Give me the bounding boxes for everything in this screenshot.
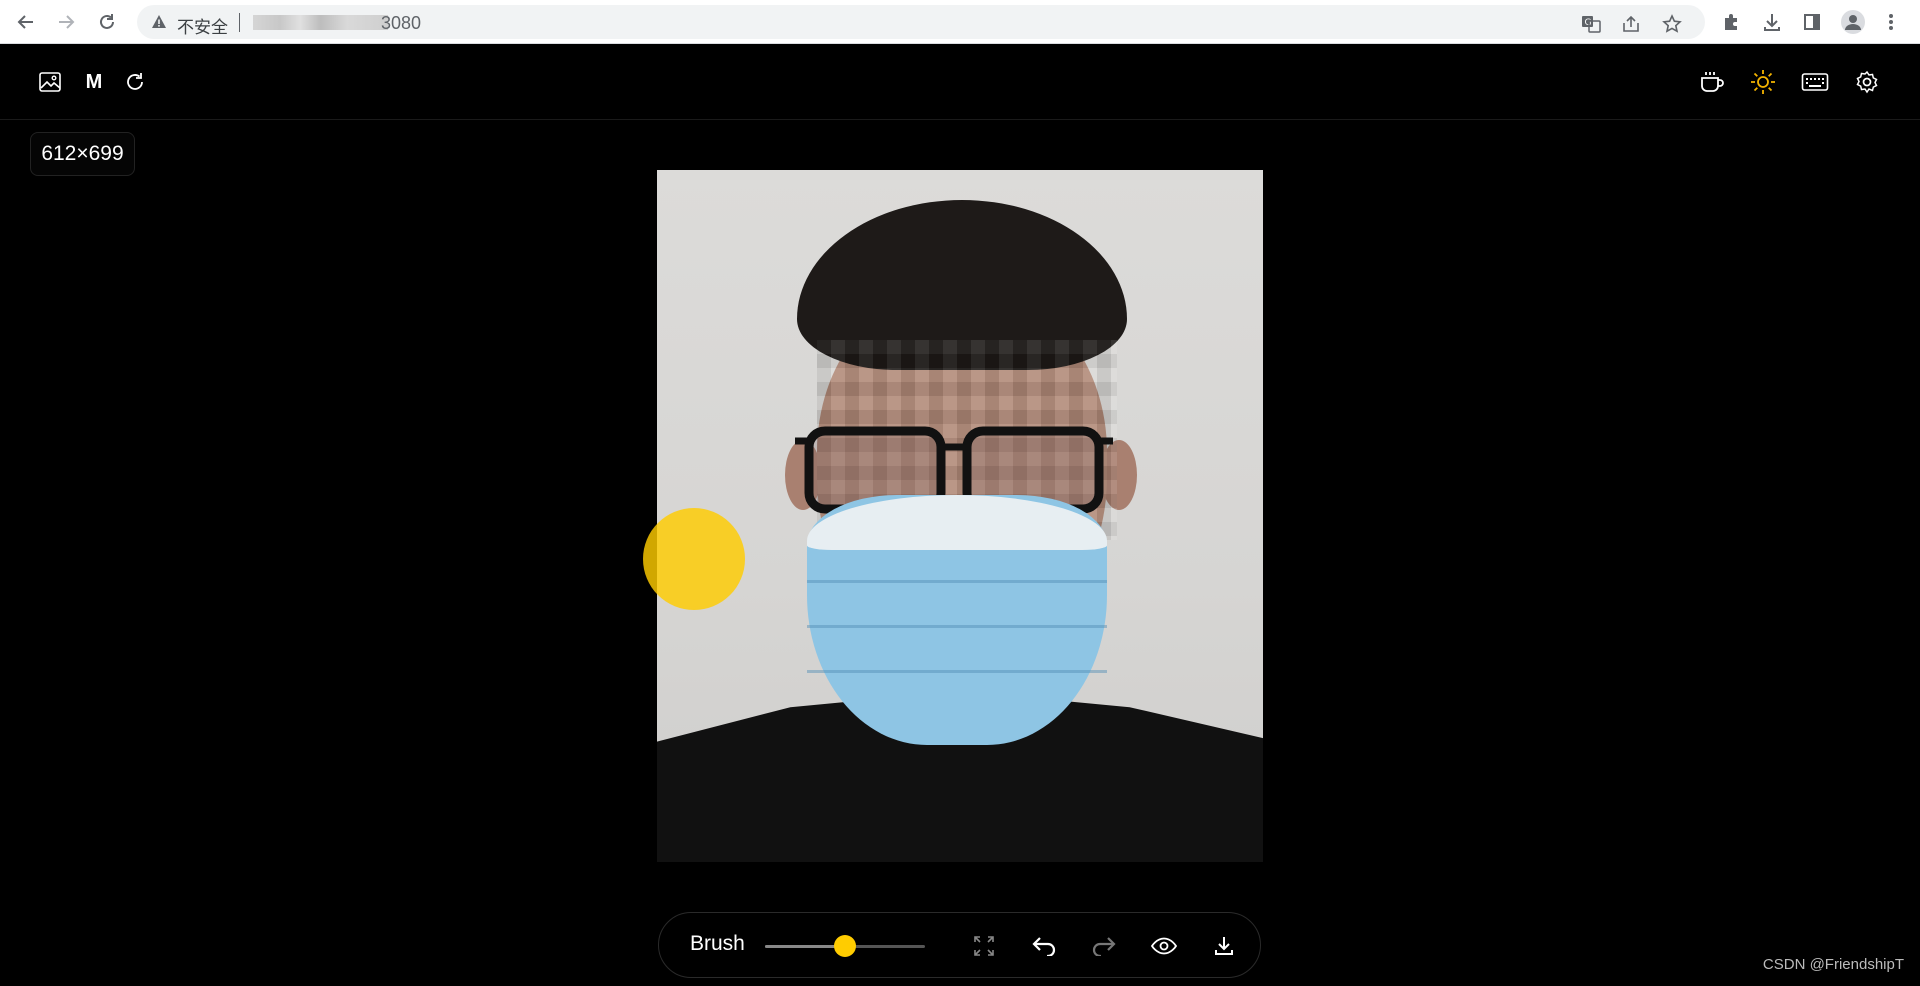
brush-label: Brush: [690, 932, 745, 955]
photo-mask-fold: [807, 625, 1107, 628]
keyboard-icon[interactable]: [1799, 66, 1831, 98]
gear-icon[interactable]: [1851, 66, 1883, 98]
url-text: 3080: [381, 13, 422, 33]
extensions-icon[interactable]: [1719, 9, 1745, 35]
star-icon[interactable]: [1661, 13, 1683, 35]
slider-thumb[interactable]: [834, 935, 856, 957]
forward-arrow-icon[interactable]: [52, 8, 80, 36]
m-mode-button[interactable]: M: [78, 66, 110, 98]
coffee-icon[interactable]: [1696, 66, 1728, 98]
download-icon[interactable]: [1759, 9, 1785, 35]
warning-icon[interactable]: [151, 14, 167, 35]
app-header: M: [0, 44, 1920, 120]
image-dimensions-badge: 612×699: [30, 132, 135, 176]
share-icon[interactable]: [1620, 13, 1642, 35]
fullscreen-icon[interactable]: [968, 930, 1000, 962]
slider-fill: [765, 945, 845, 948]
photo-mask-fold: [807, 580, 1107, 583]
svg-text:G: G: [1585, 18, 1592, 28]
sun-icon[interactable]: [1747, 66, 1779, 98]
redacted-host: [253, 15, 388, 30]
security-label: 不安全: [177, 18, 228, 38]
separator: [239, 13, 240, 32]
side-panel-icon[interactable]: [1799, 9, 1825, 35]
editor-canvas[interactable]: [657, 170, 1263, 862]
undo-icon[interactable]: [1028, 930, 1060, 962]
reload-icon[interactable]: [93, 8, 121, 36]
kebab-menu-icon[interactable]: [1878, 9, 1904, 35]
photo-mask-fold: [807, 670, 1107, 673]
profile-icon[interactable]: [1840, 9, 1866, 35]
watermark: CSDN @FriendshipT: [1762, 956, 1904, 973]
back-arrow-icon[interactable]: [12, 8, 40, 36]
redo-icon[interactable]: [1088, 930, 1120, 962]
download-icon[interactable]: [1208, 930, 1240, 962]
editor-toolbar: Brush: [658, 912, 1261, 978]
rotate-icon[interactable]: [119, 66, 151, 98]
browser-toolbar: 不安全 3080 G: [0, 0, 1920, 44]
translate-icon[interactable]: G: [1580, 13, 1602, 35]
image-icon[interactable]: [34, 66, 66, 98]
address-bar[interactable]: 不安全 3080 G: [137, 5, 1705, 39]
eye-icon[interactable]: [1148, 930, 1180, 962]
brush-cursor: [643, 508, 745, 610]
